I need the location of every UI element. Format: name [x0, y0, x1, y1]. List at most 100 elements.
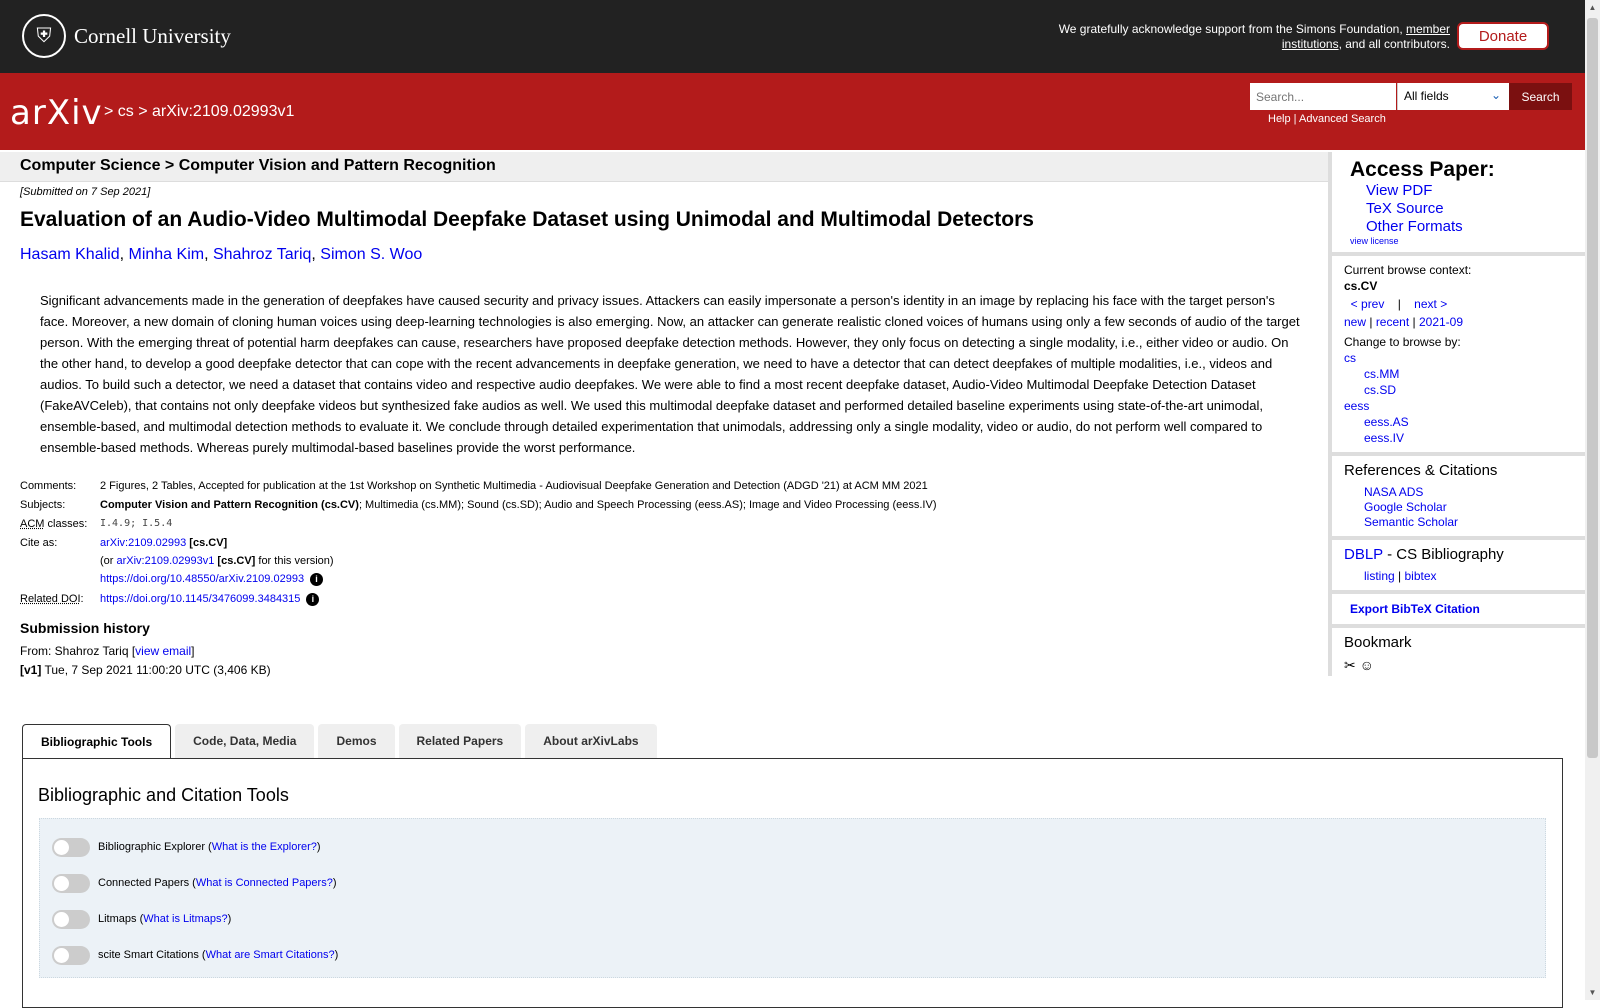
comments-value: 2 Figures, 2 Tables, Accepted for public… — [100, 480, 928, 492]
reddit-icon[interactable]: ☺ — [1360, 657, 1374, 673]
panel-title: Bibliographic and Citation Tools — [38, 785, 289, 805]
bibsonomy-icon[interactable]: ✂ — [1344, 657, 1356, 673]
cite-row: Cite as: arXiv:2109.02993 [cs.CV] (or ar… — [20, 537, 334, 586]
breadcrumb-paper-id: arXiv:2109.02993v1 — [152, 103, 295, 120]
metadata-table: Comments: 2 Figures, 2 Tables, Accepted … — [20, 480, 1310, 606]
help-links: Help | Advanced Search — [1268, 113, 1386, 125]
info-icon[interactable]: i — [306, 593, 320, 606]
toggle-switch[interactable] — [52, 873, 90, 893]
view-email-link[interactable]: view email — [135, 644, 191, 658]
dblp-box: DBLP - CS Bibliography listing | bibtex — [1332, 540, 1586, 594]
tool-row: Bibliographic Explorer (What is the Expl… — [52, 829, 1545, 865]
dblp-link[interactable]: DBLP — [1344, 546, 1383, 563]
dblp-bibtex-link[interactable]: bibtex — [1404, 569, 1436, 583]
doi-link[interactable]: https://doi.org/10.48550/arXiv.2109.0299… — [100, 573, 304, 585]
tab-panel: Bibliographic and Citation Tools Bibliog… — [22, 758, 1563, 1008]
comments-row: Comments: 2 Figures, 2 Tables, Accepted … — [20, 480, 1310, 492]
author-link[interactable]: Shahroz Tariq — [213, 246, 311, 263]
tool-row: Connected Papers (What is Connected Pape… — [52, 865, 1545, 901]
scroll-down-icon[interactable]: ▼ — [1585, 985, 1600, 1000]
search-field-select[interactable]: All fields ⌄ — [1397, 83, 1509, 110]
related-doi-row: Related DOI: https://doi.org/10.1145/347… — [20, 593, 1310, 606]
tool-help-link[interactable]: What is Litmaps? — [143, 913, 227, 925]
tab-code-data-media[interactable]: Code, Data, Media — [175, 724, 315, 758]
prev-link[interactable]: < prev — [1351, 297, 1385, 311]
toggle-switch[interactable] — [52, 837, 90, 857]
support-text: We gratefully acknowledge support from t… — [1058, 22, 1450, 51]
arxiv-logo[interactable]: arXiv — [10, 93, 103, 133]
related-doi-link[interactable]: https://doi.org/10.1145/3476099.3484315 — [100, 593, 300, 605]
nasa-ads-link[interactable]: NASA ADS — [1364, 485, 1423, 499]
browse-eess-as-link[interactable]: eess.AS — [1364, 415, 1409, 429]
tools-box: Bibliographic Explorer (What is the Expl… — [39, 818, 1546, 978]
browse-context-value: cs.CV — [1344, 279, 1378, 293]
info-icon[interactable]: i — [310, 573, 324, 586]
bookmark-box: Bookmark ✂ ☺ — [1344, 634, 1412, 673]
author-link[interactable]: Simon S. Woo — [320, 246, 422, 263]
browse-cs-link[interactable]: cs — [1344, 351, 1356, 365]
new-link[interactable]: new — [1344, 315, 1366, 329]
sidebar: Access Paper: View PDF TeX Source Other … — [1328, 152, 1586, 676]
tab-bibliographic-tools[interactable]: Bibliographic Tools — [22, 724, 172, 758]
month-link[interactable]: 2021-09 — [1419, 315, 1463, 329]
scroll-up-icon[interactable]: ▲ — [1585, 0, 1600, 15]
acm-abbr: ACM — [20, 518, 45, 530]
access-paper-title: Access Paper: — [1350, 158, 1495, 181]
search-button[interactable]: Search — [1509, 83, 1572, 110]
tool-help-link[interactable]: What is Connected Papers? — [196, 877, 333, 889]
chevron-down-icon: ⌄ — [1490, 88, 1501, 102]
tab-related-papers[interactable]: Related Papers — [398, 724, 522, 758]
cornell-banner: ⛨ Cornell University We gratefully ackno… — [0, 0, 1585, 73]
browse-context-box: Current browse context: cs.CV < prev | n… — [1332, 256, 1586, 456]
next-link[interactable]: next > — [1414, 297, 1447, 311]
paper-main: [Submitted on 7 Sep 2021] Evaluation of … — [20, 186, 1310, 680]
help-link[interactable]: Help — [1268, 113, 1291, 125]
breadcrumb: > cs > arXiv:2109.02993v1 — [104, 103, 295, 120]
author-list: Hasam Khalid, Minha Kim, Shahroz Tariq, … — [20, 246, 423, 263]
submitted-date: [Submitted on 7 Sep 2021] — [20, 186, 151, 198]
other-formats-link[interactable]: Other Formats — [1366, 218, 1463, 235]
donate-button[interactable]: Donate — [1457, 22, 1549, 50]
cornell-seal-icon: ⛨ — [22, 14, 66, 58]
cornell-name: Cornell University — [74, 23, 231, 48]
cornell-logo[interactable]: ⛨ Cornell University — [22, 14, 231, 58]
access-paper-box: Access Paper: View PDF TeX Source Other … — [1332, 152, 1586, 256]
tool-row: Litmaps (What is Litmaps?) — [52, 901, 1545, 937]
acm-row: ACM classes: I.4.9; I.5.4 — [20, 518, 1310, 530]
toggle-switch[interactable] — [52, 945, 90, 965]
browse-eess-link[interactable]: eess — [1344, 399, 1369, 413]
export-box: Export BibTeX Citation — [1332, 594, 1586, 628]
tool-help-link[interactable]: What is the Explorer? — [212, 841, 317, 853]
search-input[interactable] — [1250, 83, 1396, 110]
browse-cs-sd-link[interactable]: cs.SD — [1364, 383, 1396, 397]
toggle-switch[interactable] — [52, 909, 90, 929]
semantic-scholar-link[interactable]: Semantic Scholar — [1364, 515, 1458, 529]
author-link[interactable]: Minha Kim — [129, 246, 205, 263]
acm-classes: I.4.9; I.5.4 — [100, 518, 173, 529]
google-scholar-link[interactable]: Google Scholar — [1364, 500, 1447, 514]
author-link[interactable]: Hasam Khalid — [20, 246, 120, 263]
cite-link[interactable]: arXiv:2109.02993 — [100, 537, 186, 549]
recent-link[interactable]: recent — [1376, 315, 1409, 329]
subjects-row: Subjects: Computer Vision and Pattern Re… — [20, 499, 937, 511]
subject-heading: Computer Science > Computer Vision and P… — [20, 157, 496, 174]
export-bibtex-link[interactable]: Export BibTeX Citation — [1350, 602, 1480, 616]
dblp-listing-link[interactable]: listing — [1364, 569, 1395, 583]
tool-help-link[interactable]: What are Smart Citations? — [206, 949, 335, 961]
view-pdf-link[interactable]: View PDF — [1366, 182, 1432, 199]
references-box: References & Citations NASA ADS Google S… — [1332, 456, 1586, 540]
tab-demos[interactable]: Demos — [318, 724, 395, 758]
scroll-thumb[interactable] — [1587, 18, 1598, 758]
arxiv-header: arXiv > cs > arXiv:2109.02993v1 All fiel… — [0, 73, 1585, 150]
tab-about-arxivlabs[interactable]: About arXivLabs — [525, 724, 657, 758]
browse-eess-iv-link[interactable]: eess.IV — [1364, 431, 1404, 445]
tool-row: scite Smart Citations (What are Smart Ci… — [52, 937, 1545, 973]
breadcrumb-cs[interactable]: cs — [118, 103, 134, 120]
tex-source-link[interactable]: TeX Source — [1366, 200, 1444, 217]
view-license-link[interactable]: view license — [1350, 236, 1399, 246]
abstract: Significant advancements made in the gen… — [40, 293, 1300, 455]
advanced-search-link[interactable]: Advanced Search — [1299, 113, 1386, 125]
cite-version-link[interactable]: arXiv:2109.02993v1 — [117, 555, 215, 567]
browse-cs-mm-link[interactable]: cs.MM — [1364, 367, 1399, 381]
scrollbar[interactable]: ▲ ▼ — [1585, 0, 1600, 1000]
